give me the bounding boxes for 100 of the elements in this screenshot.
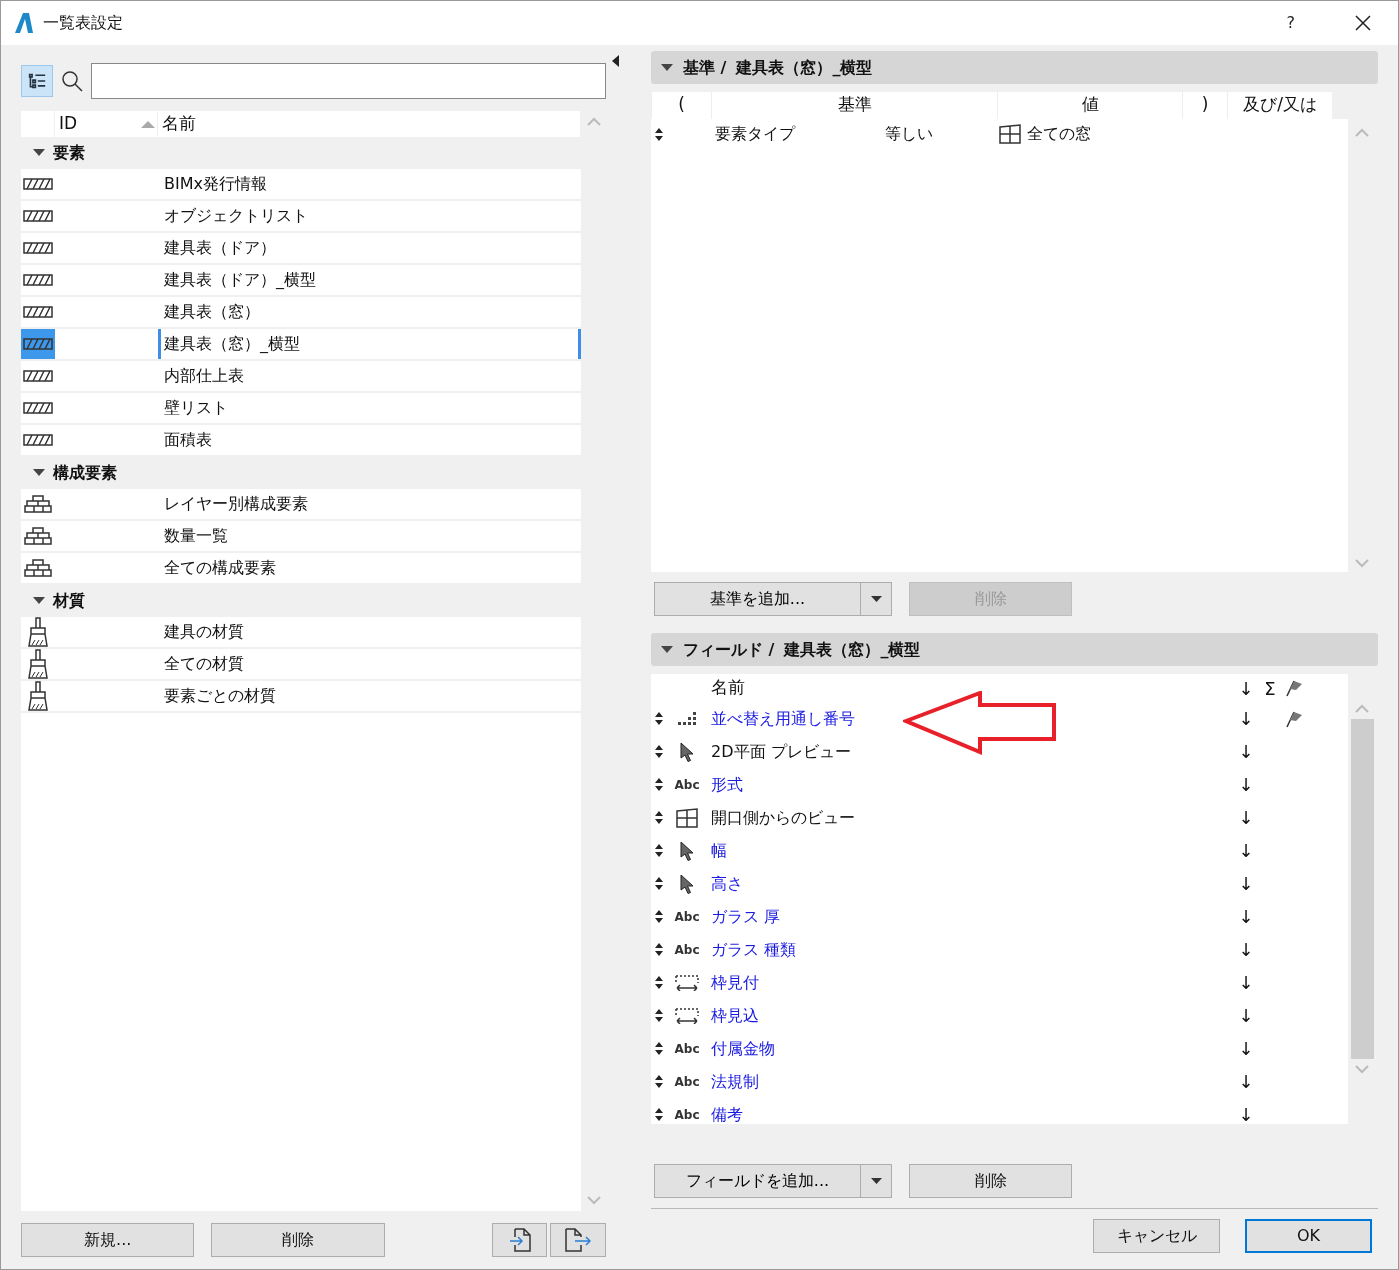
export-button[interactable] xyxy=(550,1223,606,1257)
schedule-item[interactable]: 建具表（ドア） xyxy=(158,233,581,263)
expander-icon[interactable] xyxy=(33,597,45,605)
group-header[interactable]: 構成要素 xyxy=(21,457,581,489)
operator-cell-text: 等しい xyxy=(885,123,934,145)
sort-direction[interactable]: ↓ xyxy=(1234,771,1258,798)
column-header[interactable]: 及び/又は xyxy=(1227,92,1332,119)
field-name[interactable]: 付属金物 xyxy=(707,1036,1234,1061)
schedule-item[interactable]: 建具表（ドア）_横型 xyxy=(158,265,581,295)
sort-direction[interactable]: ↓ xyxy=(1234,837,1258,864)
section-label: 基準 / xyxy=(683,56,727,79)
dimension-icon xyxy=(675,974,699,991)
dimension-icon xyxy=(675,1007,699,1024)
window-title: 一覧表設定 xyxy=(43,12,123,34)
field-name[interactable]: 幅 xyxy=(707,838,1234,863)
sort-direction[interactable]: ↓ xyxy=(1234,738,1258,765)
schedule-item[interactable]: オブジェクトリスト xyxy=(158,201,581,231)
column-header[interactable]: 名前 xyxy=(707,675,1234,701)
bricks-icon xyxy=(24,495,52,513)
column-header[interactable]: ( xyxy=(651,92,711,119)
group-label: 材質 xyxy=(53,590,85,612)
schedule-item[interactable]: BIMx発行情報 xyxy=(158,169,581,199)
pointer-icon xyxy=(679,741,695,762)
sort-direction[interactable]: ↓ xyxy=(1234,1035,1258,1062)
schedule-item[interactable]: 内部仕上表 xyxy=(158,361,581,391)
group-label: 要素 xyxy=(53,142,85,164)
field-name[interactable]: 2D平面 プレビュー xyxy=(707,739,1234,764)
new-button[interactable]: 新規... xyxy=(21,1223,195,1257)
sort-direction[interactable]: ↓ xyxy=(1234,969,1258,996)
drag-handle-icon xyxy=(655,745,663,758)
dropdown-caret-icon[interactable] xyxy=(870,596,882,602)
drag-handle-icon xyxy=(655,844,663,857)
brush-icon xyxy=(26,681,50,711)
column-header[interactable]: 基準 xyxy=(711,92,997,119)
sort-direction[interactable]: ↓ xyxy=(1234,1101,1258,1128)
field-name[interactable]: 法規制 xyxy=(707,1069,1234,1094)
schedule-item[interactable]: 建具の材質 xyxy=(158,617,581,647)
group-header[interactable]: 要素 xyxy=(21,137,581,169)
hatched-rectangle-icon xyxy=(23,433,53,447)
column-header[interactable]: ) xyxy=(1182,92,1227,119)
field-name[interactable]: 並べ替え用通し番号 xyxy=(707,706,1234,731)
expander-icon[interactable] xyxy=(33,469,45,477)
delete-button[interactable]: 削除 xyxy=(211,1223,385,1257)
expander-icon[interactable] xyxy=(33,149,45,157)
value-cell-text: 全ての窓 xyxy=(1027,123,1091,145)
dropdown-caret-icon[interactable] xyxy=(870,1178,882,1184)
sort-direction[interactable]: ↓ xyxy=(1234,936,1258,963)
schedule-item[interactable]: 建具表（窓） xyxy=(158,297,581,327)
schedule-item[interactable]: 全ての構成要素 xyxy=(158,553,581,583)
drag-handle-icon xyxy=(655,877,663,890)
expander-icon[interactable] xyxy=(661,63,673,72)
help-button[interactable]: ? xyxy=(1285,10,1296,36)
delete-button[interactable]: 削除 xyxy=(909,1164,1072,1198)
group-header[interactable]: 材質 xyxy=(21,585,581,617)
search-field[interactable] xyxy=(91,63,606,99)
scrollbar-thumb[interactable] xyxy=(1350,719,1374,1059)
column-header[interactable]: 値 xyxy=(997,92,1182,119)
field-name[interactable]: 開口側からのビュー xyxy=(707,805,1234,830)
add-criterion-split-button[interactable]: 基準を追加... xyxy=(654,582,892,616)
group-label: 構成要素 xyxy=(53,462,117,484)
schedule-item[interactable]: レイヤー別構成要素 xyxy=(158,489,581,519)
tree-list-icon xyxy=(28,72,46,90)
field-name[interactable]: 枠見込 xyxy=(707,1003,1234,1028)
schedule-item[interactable]: 面積表 xyxy=(158,425,581,455)
hatched-rectangle-icon xyxy=(23,177,53,191)
sort-direction[interactable]: ↓ xyxy=(1234,804,1258,831)
sort-direction[interactable]: ↓ xyxy=(1234,1002,1258,1029)
field-name[interactable]: 枠見付 xyxy=(707,970,1234,995)
collapse-pane-icon[interactable] xyxy=(612,55,619,67)
field-name[interactable]: ガラス 種類 xyxy=(707,937,1234,962)
text-type-icon: Abc xyxy=(674,1105,700,1124)
schedule-item[interactable]: 要素ごとの材質 xyxy=(158,681,581,711)
column-header[interactable]: ↓ xyxy=(1234,674,1258,702)
tree-view-toggle[interactable] xyxy=(21,65,53,97)
panel-header[interactable]: フィールド / 建具表（窓）_横型 xyxy=(651,633,1378,666)
sort-direction[interactable]: ↓ xyxy=(1234,705,1258,732)
schedule-item[interactable]: 全ての材質 xyxy=(158,649,581,679)
add-field-split-button[interactable]: フィールドを追加... xyxy=(654,1164,892,1198)
field-name[interactable]: ガラス 厚 xyxy=(707,904,1234,929)
brush-icon xyxy=(26,617,50,647)
schedule-item[interactable]: 数量一覧 xyxy=(158,521,581,551)
drag-handle-icon xyxy=(655,943,663,956)
schedule-item[interactable]: 建具表（窓）_横型 xyxy=(158,329,581,359)
text-type-icon: Abc xyxy=(674,907,700,926)
sort-direction[interactable]: ↓ xyxy=(1234,870,1258,897)
import-button[interactable] xyxy=(491,1223,548,1257)
column-header[interactable]: Σ xyxy=(1258,674,1282,702)
field-name[interactable]: 高さ xyxy=(707,871,1234,896)
sort-direction[interactable]: ↓ xyxy=(1234,903,1258,930)
cancel-button[interactable]: キャンセル xyxy=(1093,1219,1220,1253)
brush-icon xyxy=(26,649,50,679)
field-name[interactable]: 形式 xyxy=(707,772,1234,797)
expander-icon[interactable] xyxy=(661,645,673,654)
close-icon[interactable] xyxy=(1354,14,1372,32)
field-name[interactable]: 備考 xyxy=(707,1102,1234,1127)
sort-direction[interactable]: ↓ xyxy=(1234,1068,1258,1095)
row-icon-cell[interactable] xyxy=(21,329,55,359)
ok-button[interactable]: OK xyxy=(1245,1219,1372,1253)
schedule-item[interactable]: 壁リスト xyxy=(158,393,581,423)
panel-header[interactable]: 基準 / 建具表（窓）_横型 xyxy=(651,51,1378,84)
